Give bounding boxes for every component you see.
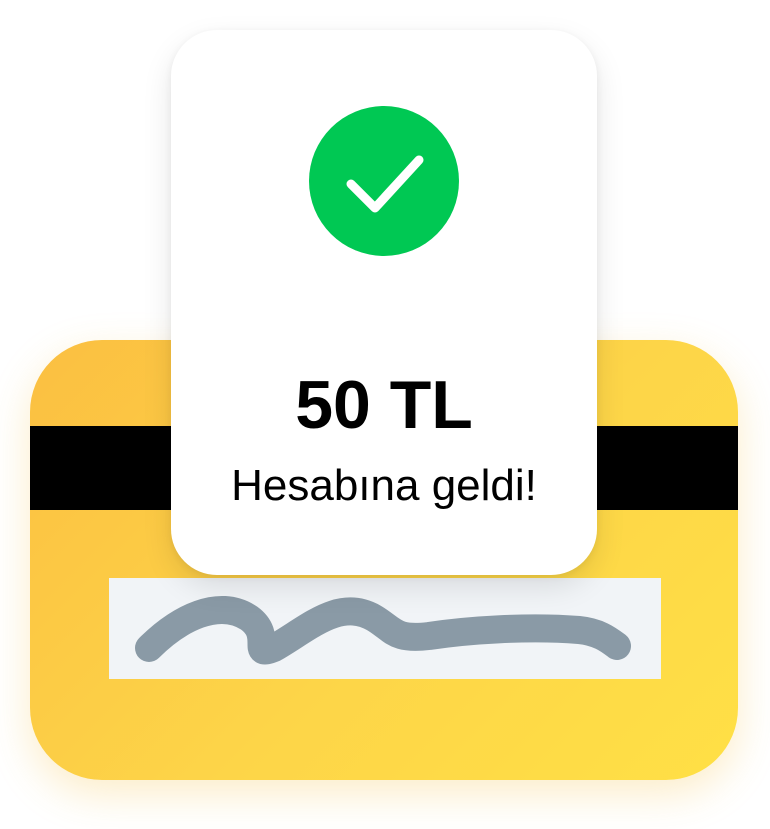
success-receipt: 50 TL Hesabına geldi! xyxy=(171,30,597,575)
amount-text: 50 TL xyxy=(295,367,473,443)
success-badge xyxy=(309,106,459,256)
signature-panel xyxy=(109,578,661,679)
illustration: 50 TL Hesabına geldi! xyxy=(0,0,770,829)
signature-scribble xyxy=(135,596,631,665)
success-message: Hesabına geldi! xyxy=(231,461,537,510)
checkmark-icon xyxy=(346,155,424,213)
